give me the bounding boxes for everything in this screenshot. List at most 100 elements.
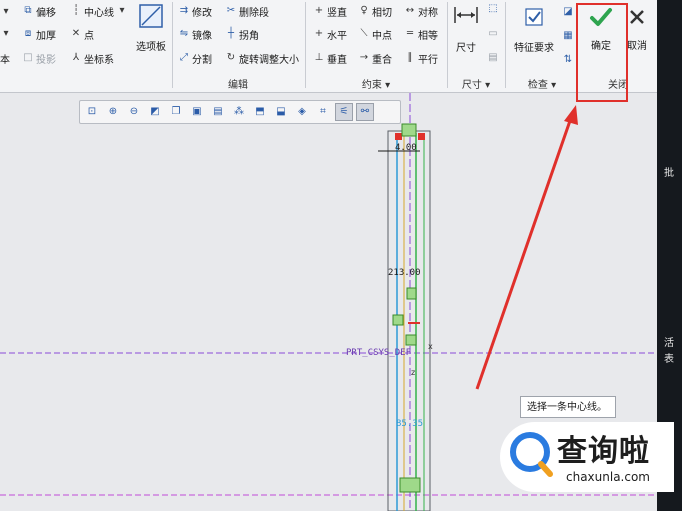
clipped-text: 本 [0,54,10,66]
centerline-button[interactable]: ┆ 中心线 ▾ [70,3,128,19]
clipped-label: 本 [0,50,10,66]
centerline-label: 中心线 [84,7,114,19]
dimension-label: 尺寸 [456,43,476,54]
vertical-icon: + [314,5,324,16]
constraint-equal[interactable]: ═ 相等 [404,26,438,42]
rotate-resize-label: 旋转调整大小 [239,54,299,66]
corner-icon: ┼ [227,28,235,39]
mirror-button[interactable]: ⇋ 镜像 [178,26,212,42]
dimension-mid[interactable]: 213.00 [388,268,421,278]
datum-display-icon[interactable]: ◈ [293,103,311,121]
delete-segment-label: 删除段 [239,7,269,19]
coincident-icon: → [359,52,369,63]
project-button[interactable]: □ 投影 [22,50,56,66]
watermark-url: chaxunla.com [566,470,650,484]
dim-mini-icon-2[interactable]: ▭ [487,28,499,40]
constraint-midpoint[interactable]: ⟍ 中点 [358,26,393,42]
tangent-icon: ♀ [360,5,368,16]
dim-mini-icon-1[interactable]: ⬚ [487,3,499,15]
clipped-dropdown-1[interactable]: ▾ [0,4,12,20]
constraint-parallel[interactable]: ∥ 平行 [404,50,439,66]
dimension-button[interactable]: 尺寸 [450,4,482,54]
constraint-coincident[interactable]: → 重合 [358,50,392,66]
watermark-logo-icon [510,432,553,477]
delete-segment-button[interactable]: ✂ 删除段 [225,3,269,19]
inspect-mini-3[interactable]: ⇅ [562,54,574,66]
rotate-resize-button[interactable]: ↻ 旋转调整大小 [225,50,299,66]
dim-mini-icon-3[interactable]: ▤ [487,52,499,64]
delete-segment-icon: ✂ [226,5,236,16]
constraint-symmetric[interactable]: ↔ 对称 [404,3,438,19]
coordinate-system-label: 坐标系 [84,54,114,66]
modify-button[interactable]: ⇉ 修改 [178,3,212,19]
edit-group-label: 编辑 [228,80,248,91]
midpoint-icon: ⟍ [360,28,368,39]
modify-label: 修改 [192,7,212,19]
shading-icon[interactable]: ⬓ [272,103,290,121]
feature-requirements-button[interactable]: 特征要求 [511,6,557,54]
point-button[interactable]: ✕ 点 [70,26,94,42]
constraint-glyph [392,314,404,326]
inspect-mini-1[interactable]: ◪ [562,6,574,18]
constraint-display-icon[interactable]: ⚯ [356,103,374,121]
inspect-group-label[interactable]: 检查 ▾ [506,76,578,91]
dimension-top[interactable]: 4.00 [395,143,417,153]
mirror-icon: ⇋ [179,28,189,39]
divide-button[interactable]: ⤢ 分割 [178,50,212,66]
thicken-button[interactable]: ⧈ 加厚 [22,26,56,42]
annotation-arrow-shaft [475,114,574,390]
constraint-glyph [405,334,417,346]
axis-x-label: x [428,342,433,351]
parallel-icon: ∥ [407,52,413,63]
feature-requirements-icon [525,8,543,26]
corner-label: 拐角 [239,30,259,42]
options-panel-icon [139,4,163,28]
inspect-mini-2[interactable]: ▦ [562,30,574,42]
perspective-icon[interactable]: ⁂ [230,103,248,121]
dimension-group-label[interactable]: 尺寸 ▾ [448,76,504,91]
refit-icon[interactable]: ⊡ [83,103,101,121]
constraint-tangent[interactable]: ♀ 相切 [358,3,392,19]
centerline-icon: ┆ [72,5,80,16]
zoom-in-icon[interactable]: ⊕ [104,103,122,121]
options-panel-button[interactable]: 选项板 [132,3,170,53]
constrain-group-label[interactable]: 约束 ▾ [306,76,446,91]
horizontal-icon: + [314,28,324,39]
mirror-label: 镜像 [192,30,212,42]
point-icon: ✕ [71,28,81,39]
axis-z-label: z [411,368,416,377]
coordinate-system-button[interactable]: ⅄ 坐标系 [70,50,114,66]
options-panel-label: 选项板 [136,42,166,53]
feature-requirements-label: 特征要求 [514,43,554,54]
symmetric-icon: ↔ [405,5,415,16]
constraint-perpendicular[interactable]: ⊥ 垂直 [313,50,347,66]
endpoint-marker [395,133,402,140]
endpoint-marker [418,133,425,140]
zoom-out-icon[interactable]: ⊖ [125,103,143,121]
equal-icon: ═ [406,28,414,39]
chevron-down-icon: ▾ [3,6,9,17]
corner-button[interactable]: ┼ 拐角 [225,26,259,42]
constraint-glyph [406,287,417,300]
point-label: 点 [84,30,94,42]
highlight-box [576,3,628,102]
edge-text: 批 [664,168,674,179]
close-icon [630,10,644,24]
constraint-horizontal[interactable]: + 水平 [313,26,347,42]
perpendicular-icon: ⊥ [314,52,324,63]
repaint-icon[interactable]: ◩ [146,103,164,121]
constraint-glyph [401,123,417,137]
sketch-view-icon[interactable]: ⌗ [314,103,332,121]
view-manager-icon[interactable]: ▤ [209,103,227,121]
constraint-vertical[interactable]: + 竖直 [313,3,347,19]
clipped-dropdown-2[interactable]: ▾ [0,26,12,42]
display-style-icon[interactable]: ⬒ [251,103,269,121]
offset-button[interactable]: ⧉ 偏移 [22,3,56,19]
thicken-label: 加厚 [36,30,56,42]
sketcher-display-icon[interactable]: ⚟ [335,103,353,121]
edge-text: 活 [664,338,674,349]
saved-views-icon[interactable]: ▣ [188,103,206,121]
watermark-text: 查询啦 [557,434,650,469]
dimension-low[interactable]: 85.35 [396,419,423,429]
orient-icon[interactable]: ❐ [167,103,185,121]
